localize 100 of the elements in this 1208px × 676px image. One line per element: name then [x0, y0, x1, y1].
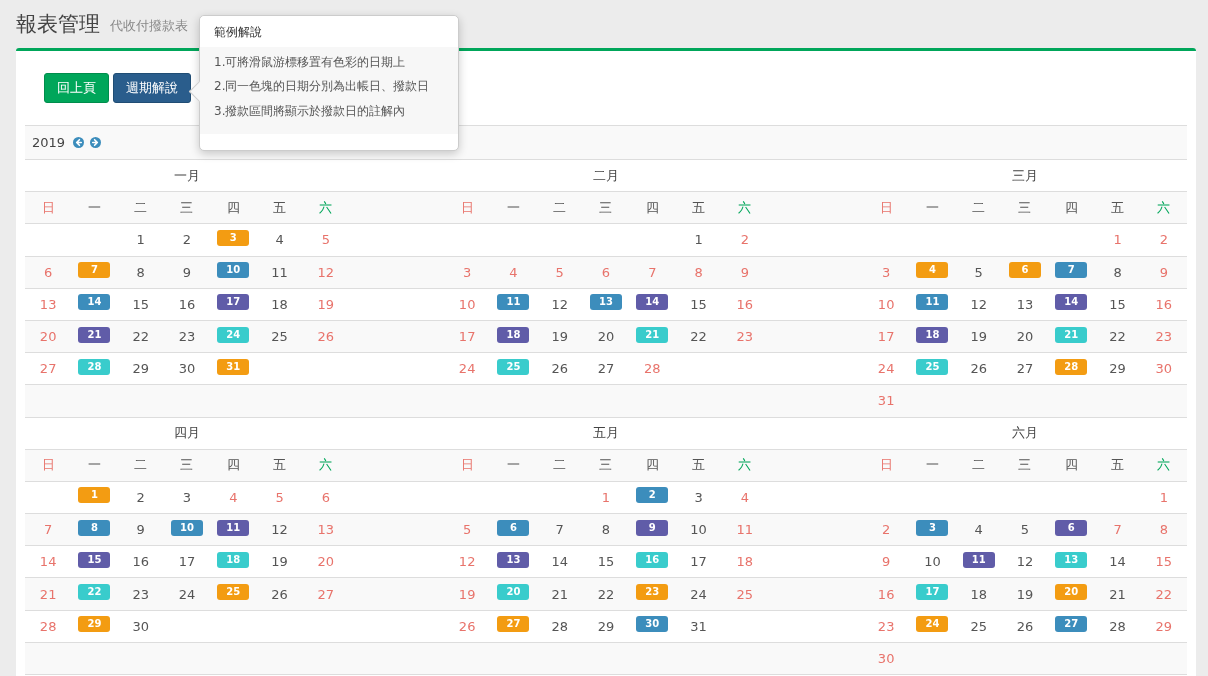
weekday-label: 一: [925, 198, 939, 217]
date-badge[interactable]: 2: [636, 487, 669, 504]
day-number: 3: [463, 264, 472, 280]
date-badge[interactable]: 31: [217, 358, 250, 375]
date-badge[interactable]: 13: [1055, 551, 1088, 568]
date-badge[interactable]: 10: [171, 519, 203, 536]
date-badge[interactable]: 6: [497, 519, 530, 536]
date-badge[interactable]: 13: [497, 551, 530, 568]
date-badge[interactable]: 7: [78, 262, 111, 279]
weekday-label: 一: [87, 198, 101, 217]
date-badge[interactable]: 11: [497, 294, 530, 311]
date-badge[interactable]: 16: [636, 551, 669, 568]
cycle-info-button[interactable]: 週期解說: [113, 73, 191, 103]
date-badge[interactable]: 14: [1055, 294, 1088, 311]
day-number: 17: [690, 554, 707, 570]
date-badge[interactable]: 27: [497, 616, 530, 633]
day-number: 1: [694, 232, 703, 248]
date-badge[interactable]: 8: [78, 519, 111, 536]
day-number: 29: [1155, 618, 1173, 634]
date-badge[interactable]: 14: [636, 294, 669, 311]
day-number: 17: [877, 329, 895, 345]
day-number: 23: [1155, 329, 1173, 345]
date-badge[interactable]: 9: [636, 519, 669, 536]
weekday-label: 五: [273, 456, 287, 475]
date-badge[interactable]: 6: [1009, 262, 1041, 279]
day-number: 13: [317, 522, 335, 538]
date-badge[interactable]: 3: [916, 519, 949, 536]
day-number: 8: [136, 264, 145, 280]
day-number: 26: [317, 329, 335, 345]
date-badge[interactable]: 11: [916, 294, 949, 311]
weekday-label: 六: [738, 198, 752, 217]
date-badge[interactable]: 24: [217, 326, 250, 343]
date-badge[interactable]: 22: [78, 584, 111, 601]
date-badge[interactable]: 30: [636, 616, 669, 633]
day-number: 13: [39, 296, 57, 312]
day-number: 4: [509, 264, 518, 280]
day-number: 27: [317, 586, 335, 602]
date-badge[interactable]: 6: [1055, 519, 1088, 536]
date-badge[interactable]: 21: [1055, 326, 1088, 343]
day-number: 5: [1020, 522, 1030, 538]
weekday-label: 六: [319, 198, 333, 217]
date-badge[interactable]: 13: [590, 294, 622, 311]
date-badge[interactable]: 18: [497, 326, 530, 343]
date-badge[interactable]: 20: [1055, 584, 1088, 601]
day-number: 29: [597, 618, 615, 634]
date-badge[interactable]: 10: [217, 262, 250, 279]
date-badge[interactable]: 29: [78, 616, 111, 633]
back-button[interactable]: 回上頁: [44, 73, 109, 103]
day-number: 24: [877, 361, 895, 377]
day-number: 25: [970, 618, 987, 634]
day-number: 30: [178, 361, 196, 377]
date-badge[interactable]: 14: [78, 294, 111, 311]
date-badge[interactable]: 18: [217, 551, 250, 568]
day-number: 12: [458, 554, 476, 570]
day-number: 2: [740, 232, 749, 248]
day-number: 26: [271, 586, 288, 602]
date-badge[interactable]: 11: [962, 551, 995, 568]
date-badge[interactable]: 17: [217, 294, 250, 311]
day-number: 10: [877, 296, 895, 312]
day-number: 9: [136, 522, 145, 538]
next-icon[interactable]: [90, 137, 102, 148]
date-badge[interactable]: 7: [1055, 262, 1088, 279]
day-number: 23: [877, 618, 895, 634]
month-title: 六月: [1012, 424, 1038, 443]
weekday-label: 二: [134, 198, 148, 217]
weekday-label: 五: [1111, 456, 1125, 475]
date-badge[interactable]: 25: [217, 584, 250, 601]
date-badge[interactable]: 3: [217, 229, 250, 246]
day-number: 23: [132, 586, 149, 602]
date-badge[interactable]: 1: [78, 487, 111, 504]
date-badge[interactable]: 4: [916, 262, 949, 279]
date-badge[interactable]: 24: [916, 616, 949, 633]
day-number: 12: [1016, 554, 1034, 570]
weekday-label: 三: [180, 456, 194, 475]
date-badge[interactable]: 20: [497, 584, 530, 601]
date-badge[interactable]: 18: [916, 326, 949, 343]
date-badge[interactable]: 25: [497, 358, 530, 375]
day-number: 3: [182, 489, 192, 505]
day-number: 4: [229, 489, 238, 505]
day-number: 2: [882, 522, 891, 538]
day-number: 15: [597, 554, 615, 570]
date-badge[interactable]: 28: [78, 358, 111, 375]
previous-icon[interactable]: [73, 137, 85, 148]
day-number: 9: [182, 264, 192, 280]
day-number: 3: [694, 489, 703, 505]
date-badge[interactable]: 21: [78, 326, 111, 343]
date-badge[interactable]: 17: [916, 584, 949, 601]
date-badge[interactable]: 25: [916, 358, 949, 375]
day-number: 8: [601, 522, 611, 538]
date-badge[interactable]: 23: [636, 584, 669, 601]
page-subtitle: 代收付撥款表: [110, 17, 188, 35]
date-badge[interactable]: 15: [78, 551, 111, 568]
weekday-label: 三: [1018, 198, 1032, 217]
date-badge[interactable]: 27: [1055, 616, 1088, 633]
date-badge[interactable]: 21: [636, 326, 669, 343]
day-number: 6: [321, 489, 330, 505]
date-badge[interactable]: 28: [1055, 358, 1088, 375]
day-number: 16: [877, 586, 895, 602]
day-number: 10: [458, 296, 476, 312]
date-badge[interactable]: 11: [217, 519, 250, 536]
